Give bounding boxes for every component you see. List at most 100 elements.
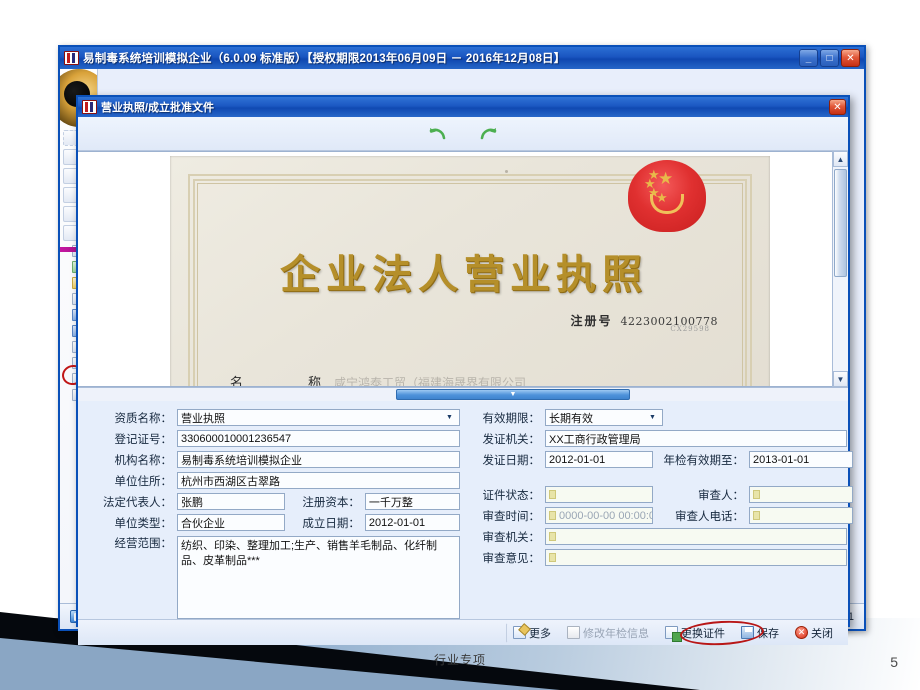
value-qualification-name: 营业执照 xyxy=(181,412,225,425)
input-org-type[interactable]: 合伙企业 xyxy=(177,514,285,531)
save-button[interactable]: 保存 xyxy=(734,623,786,643)
swap-icon xyxy=(665,626,682,642)
input-validity-period[interactable]: 长期有效 ▼ xyxy=(545,409,663,426)
input-business-scope[interactable]: 纺织、印染、整理加工;生产、销售羊毛制品、化纤制品、皮革制品*** xyxy=(177,536,460,619)
slide-footer-text: 行业专项 xyxy=(433,653,486,667)
maximize-button[interactable]: □ xyxy=(820,49,839,67)
input-org-address[interactable]: 杭州市西湖区古翠路 xyxy=(177,472,460,489)
chevron-down-icon-validity[interactable]: ▼ xyxy=(646,411,659,424)
field-issuing-authority: 发证机关： XX工商行政管理局 xyxy=(468,430,853,447)
emblem-shield: ★ ★ ★ ★ ★ xyxy=(628,160,706,232)
emblem-gear xyxy=(650,194,684,214)
field-org-type-row: 单位类型： 合伙企业 成立日期： 2012-01-01 xyxy=(94,514,460,531)
dialog-close-button[interactable]: ✕ xyxy=(829,99,846,115)
label-issue-date: 发证日期： xyxy=(482,454,541,467)
image-horizontal-scrollbar[interactable] xyxy=(78,387,848,401)
rotate-right-icon[interactable] xyxy=(475,123,501,145)
license-registration-number: 注册号 4223002100778 CX29598 xyxy=(570,312,719,333)
field-legal-rep-row: 法定代表人： 张鹏 注册资本： 一千万整 xyxy=(94,493,460,510)
input-org-name[interactable]: 易制毒系统培训模拟企业 xyxy=(177,451,460,468)
label-qualification-name: 资质名称： xyxy=(114,412,173,425)
more-icon xyxy=(513,626,526,639)
main-window-titlebar[interactable]: 易制毒系统培训模拟企业（6.0.09 标准版）【授权期限2013年06月09日 … xyxy=(60,47,864,69)
close-dialog-button[interactable]: ✕ 关闭 xyxy=(788,623,840,643)
close-button[interactable]: ✕ xyxy=(841,49,860,67)
hscroll-thumb[interactable] xyxy=(396,389,630,400)
minimize-button[interactable]: _ xyxy=(799,49,818,67)
dialog-title: 营业执照/成立批准文件 xyxy=(101,102,215,114)
application-icon xyxy=(64,51,79,65)
label-annual-valid-until: 年检有效期至： xyxy=(663,454,745,467)
reg-number-sub: CX29598 xyxy=(670,325,710,333)
license-row-name: 名称 咸宁鸿泰工贸（福建海晟界有限公司 xyxy=(230,372,527,387)
license-dialog: 营业执照/成立批准文件 ✕ ★ ★ ★ ★ ★ 企业法人营业执照 注册号 422… xyxy=(76,95,853,648)
dialog-icon xyxy=(82,100,97,114)
close-circle-icon: ✕ xyxy=(795,626,808,639)
scroll-up-icon[interactable]: ▲ xyxy=(833,151,848,167)
input-review-authority[interactable] xyxy=(545,528,847,545)
field-org-name: 机构名称： 易制毒系统培训模拟企业 xyxy=(94,451,460,468)
field-review-time-row: 审查时间： 0000-00-00 00:00:00 审查人电话： xyxy=(468,507,853,524)
input-review-time[interactable]: 0000-00-00 00:00:00 xyxy=(545,507,653,524)
field-review-opinion: 审查意见： xyxy=(468,549,853,566)
vscroll-track[interactable] xyxy=(833,167,848,371)
rotate-left-icon[interactable] xyxy=(425,123,451,145)
save-button-label: 保存 xyxy=(757,627,779,640)
field-org-address: 单位住所： 杭州市西湖区古翠路 xyxy=(94,472,460,489)
vscroll-thumb[interactable] xyxy=(834,169,847,277)
field-issue-date-row: 发证日期： 2012-01-01 年检有效期至： 2013-01-01 xyxy=(468,451,853,468)
input-review-opinion[interactable] xyxy=(545,549,847,566)
field-cert-status-row: 证件状态： 审查人： xyxy=(468,486,853,503)
license-title-text: 企业法人营业执照 xyxy=(280,251,648,298)
reg-number-label: 注册号 xyxy=(570,314,613,328)
slide-page-number: 5 xyxy=(890,654,898,670)
input-legal-rep[interactable]: 张鹏 xyxy=(177,493,285,510)
field-qualification-name: 资质名称： 营业执照 ▼ xyxy=(94,409,460,426)
main-window-title: 易制毒系统培训模拟企业（6.0.09 标准版）【授权期限2013年06月09日 … xyxy=(83,53,566,65)
label-reviewer: 审查人： xyxy=(698,489,744,502)
value-validity-period: 长期有效 xyxy=(549,412,593,425)
edit-annual-inspection-label: 修改年检信息 xyxy=(583,627,649,640)
main-window-body: 当前操作：黄芳 网络： 新锐信息 本地电话：0571-56770989 i 上传… xyxy=(60,69,864,648)
license-name-value: 咸宁鸿泰工贸（福建海晟界有限公司 xyxy=(334,376,527,387)
chevron-down-icon[interactable]: ▼ xyxy=(443,411,456,424)
hscroll-track[interactable] xyxy=(78,388,848,401)
input-qualification-name[interactable]: 营业执照 ▼ xyxy=(177,409,460,426)
input-issue-date[interactable]: 2012-01-01 xyxy=(545,451,653,468)
field-review-authority: 审查机关： xyxy=(468,528,853,545)
license-speck xyxy=(505,170,508,173)
save-icon xyxy=(741,626,754,639)
label-review-authority: 审查机关： xyxy=(482,531,541,544)
label-validity-period: 有效期限： xyxy=(482,412,541,425)
dialog-titlebar[interactable]: 营业执照/成立批准文件 ✕ xyxy=(78,97,848,117)
more-button[interactable]: 更多 xyxy=(506,622,558,643)
label-establish-date: 成立日期： xyxy=(302,517,360,530)
input-registration-number[interactable]: 330600010001236547 xyxy=(177,430,460,447)
label-business-scope: 经营范围： xyxy=(114,538,173,550)
input-reviewer[interactable] xyxy=(749,486,853,503)
label-review-opinion: 审查意见： xyxy=(482,552,541,565)
scroll-down-icon[interactable]: ▼ xyxy=(833,371,848,387)
input-registered-capital[interactable]: 一千万整 xyxy=(364,493,460,510)
input-issuing-authority[interactable]: XX工商行政管理局 xyxy=(545,430,847,447)
dialog-body: ★ ★ ★ ★ ★ 企业法人营业执照 注册号 4223002100778 CX2… xyxy=(78,117,853,648)
emblem-star-center: ★ xyxy=(658,169,674,188)
input-reviewer-phone[interactable] xyxy=(749,507,853,524)
input-establish-date[interactable]: 2012-01-01 xyxy=(364,514,460,531)
form-right-column: 有效期限： 长期有效 ▼ 发证机关： XX工商行政管理局 发证日期： 2012-… xyxy=(460,409,853,619)
image-viewer-toolbar xyxy=(78,117,848,151)
input-cert-status[interactable] xyxy=(545,486,653,503)
label-registered-capital: 注册资本： xyxy=(302,496,360,509)
main-application-window: 易制毒系统培训模拟企业（6.0.09 标准版）【授权期限2013年06月09日 … xyxy=(58,45,866,648)
replace-certificate-button[interactable]: 更换证件 xyxy=(658,623,732,643)
input-annual-valid-until[interactable]: 2013-01-01 xyxy=(749,451,853,468)
image-vertical-scrollbar[interactable]: ▲ ▼ xyxy=(832,151,848,387)
label-org-type: 单位类型： xyxy=(114,517,173,530)
label-cert-status: 证件状态： xyxy=(482,489,541,502)
label-registration-number: 登记证号： xyxy=(114,433,173,446)
label-reviewer-phone: 审查人电话： xyxy=(675,510,744,523)
image-viewer-canvas[interactable]: ★ ★ ★ ★ ★ 企业法人营业执照 注册号 4223002100778 CX2… xyxy=(78,151,832,387)
image-viewer: ★ ★ ★ ★ ★ 企业法人营业执照 注册号 4223002100778 CX2… xyxy=(78,151,848,387)
dialog-button-bar: 更多 修改年检信息 更换证件 保存 ✕ 关闭 xyxy=(78,618,848,648)
label-review-time: 审查时间： xyxy=(482,510,541,523)
